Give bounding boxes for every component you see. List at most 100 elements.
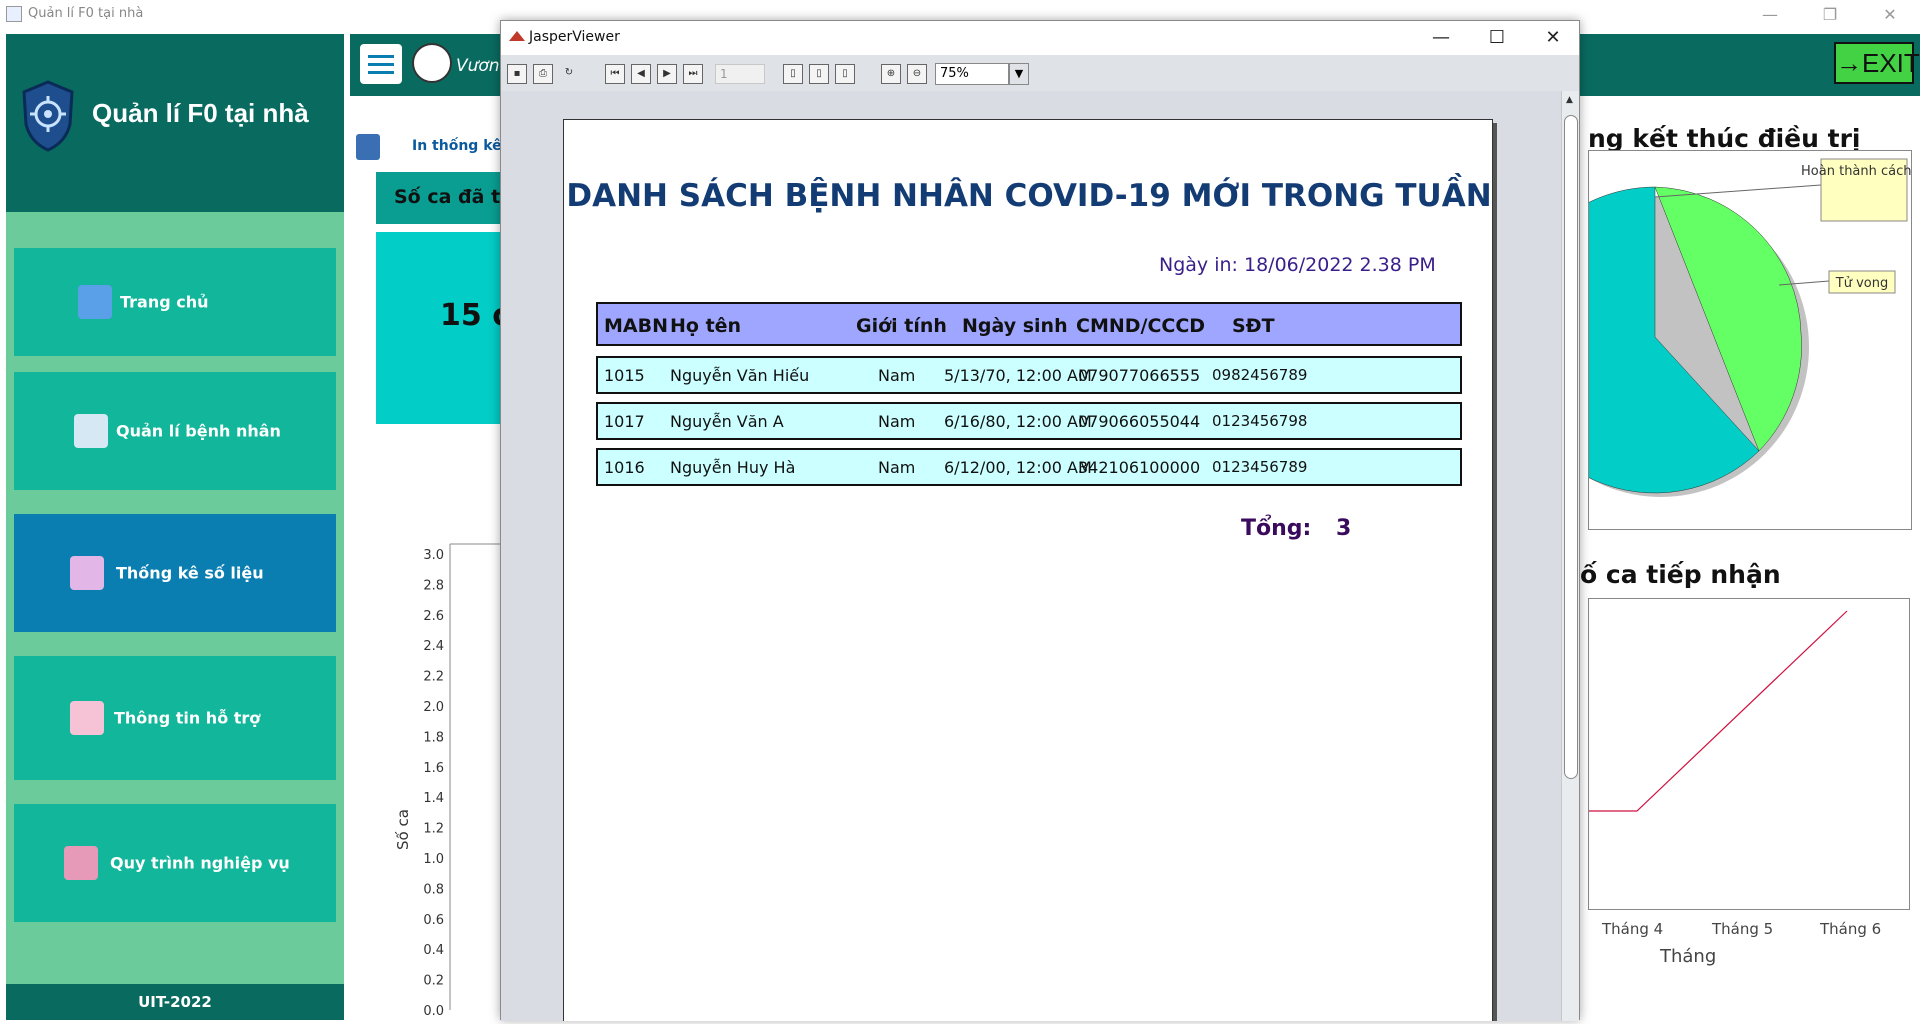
bar-chart-ytick: 3.0 [423, 548, 444, 563]
column-header: MABN [604, 315, 668, 337]
book-icon [64, 846, 98, 880]
zoom-dropdown-icon[interactable]: ▼ [1009, 63, 1029, 85]
cell-mabn: 1017 [604, 412, 645, 431]
save-icon[interactable]: ▪ [507, 64, 527, 84]
column-header: CMND/CCCD [1076, 315, 1206, 337]
jasper-title: JasperViewer [529, 29, 620, 45]
cell-dob: 5/13/70, 12:00 AM [944, 366, 1092, 385]
print-statistics-link[interactable]: In thống kê [412, 138, 502, 154]
sidebar-item-support[interactable]: Thông tin hỗ trợ [14, 656, 336, 780]
scroll-up-icon[interactable]: ▲ [1566, 95, 1573, 105]
print-date-value: 18/06/2022 2.38 PM [1243, 254, 1436, 276]
sidebar-header: Quản lí F0 tại nhà [6, 34, 344, 212]
pie-legend-label-1: Hoàn thành cách ly [1801, 164, 1913, 179]
cell-phone: 0982456789 [1212, 366, 1308, 384]
exit-button[interactable]: →EXIT [1834, 42, 1920, 84]
cell-id: 079077066555 [1078, 366, 1201, 385]
report-page: DANH SÁCH BỆNH NHÂN COVID-19 MỚI TRONG T… [563, 119, 1493, 1021]
print-icon[interactable]: ⎙ [533, 64, 553, 84]
sidebar-item-label: Trang chủ [120, 292, 209, 312]
fit-page-icon[interactable]: ▯ [809, 64, 829, 84]
report-table-header: MABN Họ tên Giới tính Ngày sinh CMND/CCC… [596, 302, 1462, 346]
jasper-minimize-button[interactable]: — [1419, 25, 1463, 51]
reload-icon[interactable]: ↻ [559, 64, 579, 84]
table-row: 1015 Nguyễn Văn Hiếu Nam 5/13/70, 12:00 … [596, 356, 1462, 394]
bar-chart-ytick: 2.2 [423, 670, 444, 685]
line-chart-xtick: Tháng 5 [1712, 920, 1774, 938]
pie-legend-label-2: Tử vong [1835, 276, 1888, 291]
column-header: SĐT [1232, 315, 1275, 337]
bar-chart-ytick: 0.4 [423, 943, 444, 958]
jasper-maximize-button[interactable]: ☐ [1475, 25, 1519, 51]
page-number-field[interactable]: 1 [715, 64, 765, 84]
sidebar-item-label: Thông tin hỗ trợ [114, 708, 261, 728]
username-label: Vươn [456, 56, 500, 76]
zoom-level-field[interactable]: 75% [935, 63, 1009, 85]
cell-name: Nguyễn Huy Hà [670, 458, 796, 477]
previous-page-icon[interactable]: ◀ [631, 64, 651, 84]
cell-name: Nguyễn Văn Hiếu [670, 366, 810, 385]
bar-chart-ytick: 0.8 [423, 882, 444, 897]
line-chart-series [1589, 610, 1848, 812]
first-page-icon[interactable]: ⏮ [605, 64, 625, 84]
jasper-titlebar: JasperViewer — ☐ ✕ [501, 21, 1579, 55]
stat-card: 15 c [376, 232, 516, 424]
jasper-viewer-window: JasperViewer — ☐ ✕ ▪ ⎙ ↻ ⏮ ◀ ▶ ⏭ 1 ▯ ▯ ▯… [500, 20, 1580, 1021]
zoom-out-icon[interactable]: ⊖ [907, 64, 927, 84]
sidebar-item-procedures[interactable]: Quy trình nghiệp vụ [14, 804, 336, 922]
next-page-icon[interactable]: ▶ [657, 64, 677, 84]
sidebar-item-label: Thống kê số liệu [116, 563, 264, 583]
bar-chart-ytick: 1.6 [423, 761, 444, 776]
total-value: 3 [1336, 516, 1352, 541]
scrollbar-thumb[interactable] [1564, 115, 1578, 779]
line-chart-xlabel: Tháng [1660, 946, 1717, 967]
bar-chart-ylabel: Số ca [394, 809, 412, 850]
column-header: Giới tính [856, 315, 947, 337]
bar-chart-ytick: 1.0 [423, 852, 444, 867]
table-row: 1016 Nguyễn Huy Hà Nam 6/12/00, 12:00 AM… [596, 448, 1462, 486]
cell-dob: 6/12/00, 12:00 AM [944, 458, 1092, 477]
bar-chart-ytick: 2.4 [423, 639, 444, 654]
bar-chart-ytick: 2.6 [423, 609, 444, 624]
report-viewport: DANH SÁCH BỆNH NHÂN COVID-19 MỚI TRONG T… [501, 91, 1561, 1021]
bar-chart-ytick: 2.0 [423, 700, 444, 715]
report-vertical-scrollbar[interactable]: ▲ [1561, 91, 1579, 1021]
cell-gender: Nam [878, 366, 916, 385]
sidebar: Quản lí F0 tại nhà Trang chủ Quản lí bện… [6, 34, 344, 1020]
minimize-button[interactable]: — [1750, 4, 1790, 26]
shield-virus-icon [22, 80, 74, 152]
pie-chart: Hoàn thành cách ly Tử vong [1588, 150, 1913, 530]
user-avatar-icon[interactable] [412, 43, 452, 83]
bar-chart-ytick: 1.4 [423, 791, 444, 806]
report-title: DANH SÁCH BỆNH NHÂN COVID-19 MỚI TRONG T… [566, 178, 1492, 214]
table-row: 1017 Nguyễn Văn A Nam 6/16/80, 12:00 AM … [596, 402, 1462, 440]
bar-chart-ytick: 0.2 [423, 974, 444, 989]
bar-chart-ytick: 1.2 [423, 822, 444, 837]
jasper-logo-icon [509, 31, 525, 41]
sidebar-item-label: Quản lí bệnh nhân [116, 421, 281, 441]
cell-phone: 0123456789 [1212, 458, 1308, 476]
printer-icon[interactable] [356, 134, 380, 160]
column-header: Họ tên [670, 315, 742, 337]
cell-phone: 0123456798 [1212, 412, 1308, 430]
sidebar-item-statistics[interactable]: Thống kê số liệu [14, 514, 336, 632]
hamburger-menu-icon[interactable] [360, 44, 402, 84]
cell-mabn: 1015 [604, 366, 645, 385]
stat-tab[interactable]: Số ca đã ti [376, 172, 516, 224]
cell-mabn: 1016 [604, 458, 645, 477]
jasper-close-button[interactable]: ✕ [1531, 25, 1575, 51]
fit-width-icon[interactable]: ▯ [835, 64, 855, 84]
cell-gender: Nam [878, 412, 916, 431]
sidebar-footer: UIT-2022 [6, 984, 344, 1020]
maximize-button[interactable]: ❐ [1810, 4, 1850, 26]
jasper-toolbar: ▪ ⎙ ↻ ⏮ ◀ ▶ ⏭ 1 ▯ ▯ ▯ ⊕ ⊖ 75% ▼ [501, 55, 1579, 91]
app-title: Quản lí F0 tại nhà [92, 98, 309, 128]
last-page-icon[interactable]: ⏭ [683, 64, 703, 84]
cell-id: 079066055044 [1078, 412, 1201, 431]
close-button[interactable]: ✕ [1870, 4, 1910, 26]
sidebar-item-patients[interactable]: Quản lí bệnh nhân [14, 372, 336, 490]
actual-size-icon[interactable]: ▯ [783, 64, 803, 84]
cell-gender: Nam [878, 458, 916, 477]
zoom-in-icon[interactable]: ⊕ [881, 64, 901, 84]
sidebar-item-home[interactable]: Trang chủ [14, 248, 336, 356]
